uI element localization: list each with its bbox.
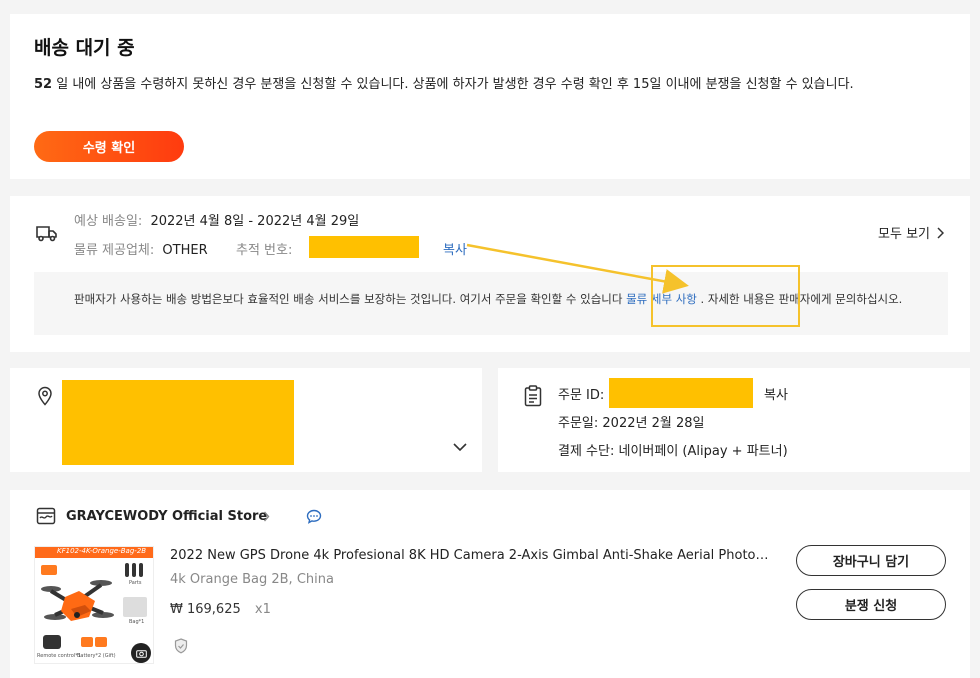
annotation-highlight-box	[651, 265, 800, 327]
annotation-arrow-icon	[466, 243, 689, 294]
